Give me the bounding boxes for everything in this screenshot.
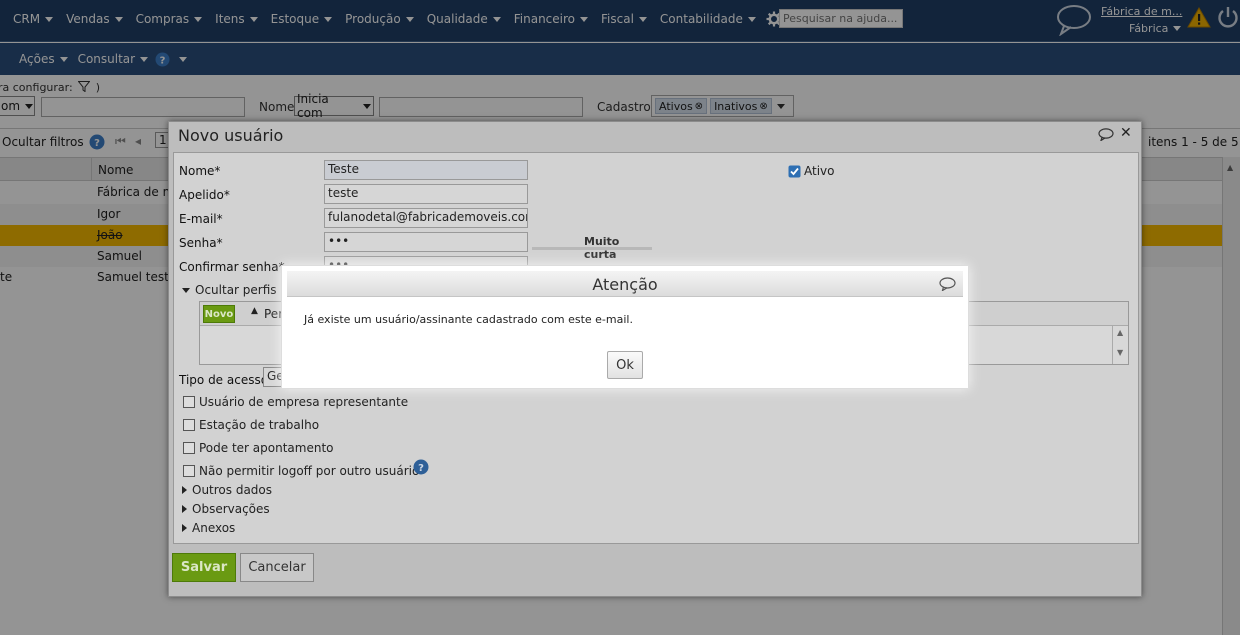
section-label: Outros dados <box>192 483 273 497</box>
sort-up-icon[interactable]: ▲ <box>251 306 258 316</box>
checkbox-icon <box>183 419 195 431</box>
perfis-scrollbar[interactable]: ▲ ▼ <box>1112 326 1128 364</box>
comment-icon[interactable] <box>1098 128 1114 141</box>
close-icon[interactable]: ✕ <box>1120 125 1132 141</box>
scroll-up-icon[interactable]: ▲ <box>1117 328 1123 337</box>
scroll-down-icon[interactable]: ▼ <box>1117 348 1123 357</box>
outros-dados-expander[interactable]: Outros dados <box>182 483 272 497</box>
ativo-checkbox[interactable]: Ativo <box>788 164 834 178</box>
novo-perfil-button[interactable]: Novo <box>203 305 235 323</box>
email-label: E-mail* <box>179 212 223 226</box>
section-label: Observações <box>192 502 270 516</box>
svg-text:?: ? <box>418 463 424 474</box>
confirmar-senha-label: Confirmar senha* <box>179 260 285 274</box>
anexos-expander[interactable]: Anexos <box>182 521 235 535</box>
nome-input[interactable]: Teste <box>324 160 528 180</box>
triangle-right-icon <box>182 505 187 513</box>
alert-dialog: Atenção Já existe um usuário/assinante c… <box>281 265 969 389</box>
triangle-right-icon <box>182 486 187 494</box>
observacoes-expander[interactable]: Observações <box>182 502 270 516</box>
checkbox-icon <box>183 396 195 408</box>
checkbox-label: Não permitir logoff por outro usuário <box>199 464 420 478</box>
help-icon[interactable]: ? <box>413 459 429 475</box>
perfis-expander[interactable]: Ocultar perfis de <box>182 283 295 297</box>
section-label: Anexos <box>192 521 236 535</box>
checkbox-icon <box>183 465 195 477</box>
cancel-button[interactable]: Cancelar <box>240 553 314 582</box>
save-button[interactable]: Salvar <box>172 553 236 582</box>
comment-icon[interactable] <box>939 277 956 291</box>
ok-button[interactable]: Ok <box>607 351 643 379</box>
password-strength-text: Muito curta <box>584 235 620 261</box>
ativo-label: Ativo <box>804 164 835 178</box>
checkbox-estacao-trabalho[interactable]: Estação de trabalho <box>183 418 319 432</box>
nome-label: Nome* <box>179 164 221 178</box>
apelido-input[interactable]: teste <box>324 184 528 204</box>
password-strength-meter: Muito curta <box>532 234 652 261</box>
alert-header: Atenção <box>287 271 963 297</box>
email-input[interactable]: fulanodetal@fabricademoveis.com.br <box>324 208 528 228</box>
senha-label: Senha* <box>179 236 223 250</box>
triangle-down-icon <box>182 287 190 293</box>
checkbox-nao-permitir-logoff[interactable]: Não permitir logoff por outro usuário <box>183 464 419 478</box>
triangle-right-icon <box>182 524 187 532</box>
alert-title: Atenção <box>592 275 658 294</box>
checkbox-label: Usuário de empresa representante <box>199 395 409 409</box>
tipo-acesso-label: Tipo de acesso <box>179 373 269 387</box>
checkbox-apontamento[interactable]: Pode ter apontamento <box>183 441 334 455</box>
checkbox-label: Pode ter apontamento <box>199 441 334 455</box>
senha-input[interactable]: ••• <box>324 232 528 252</box>
apelido-label: Apelido* <box>179 188 230 202</box>
alert-message: Já existe um usuário/assinante cadastrad… <box>304 313 633 326</box>
checkbox-icon <box>183 442 195 454</box>
checkbox-empresa-representante[interactable]: Usuário de empresa representante <box>183 395 408 409</box>
checkbox-checked-icon <box>788 165 801 177</box>
checkbox-label: Estação de trabalho <box>199 418 320 432</box>
window-title: Novo usuário <box>178 126 284 145</box>
